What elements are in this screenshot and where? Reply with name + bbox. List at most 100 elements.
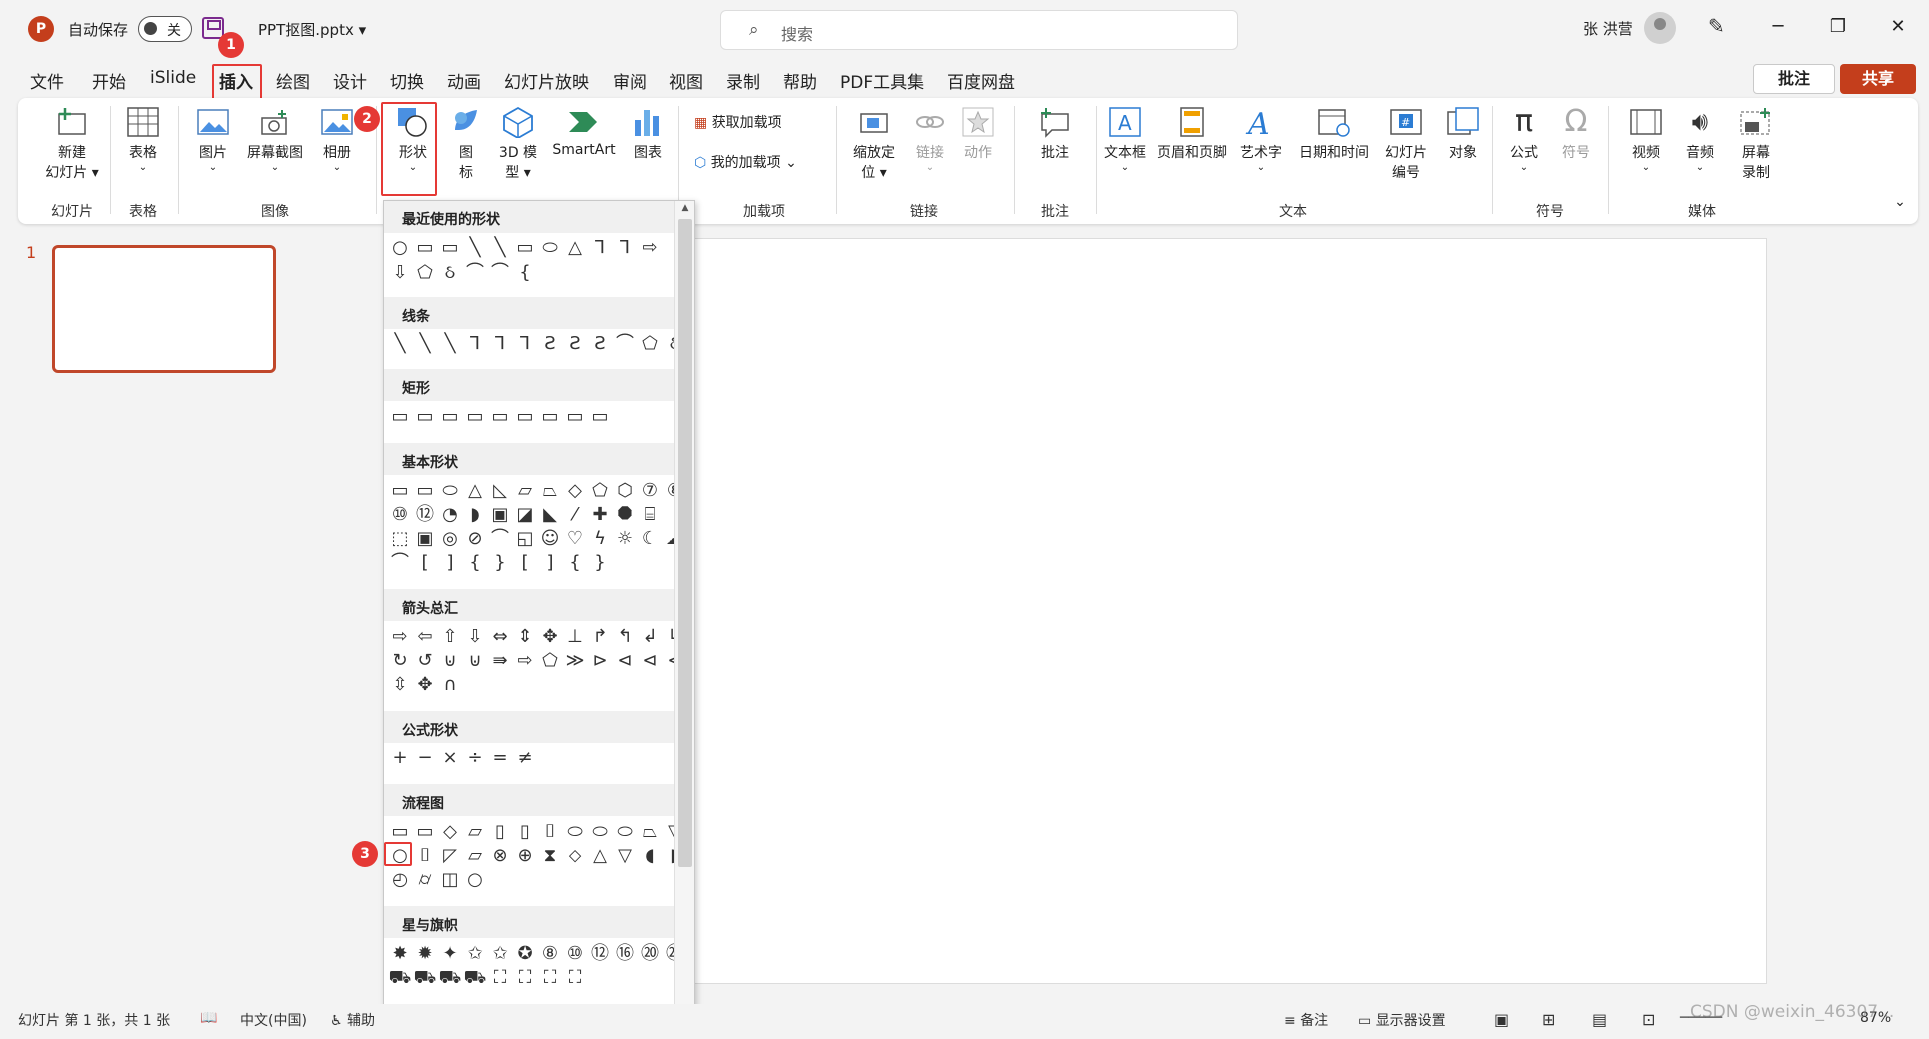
shape-icon[interactable]: ⁄ [563, 504, 587, 528]
shape-icon[interactable]: ╲ [413, 333, 437, 357]
shape-icon[interactable]: △ [588, 845, 612, 869]
shape-row[interactable]: ○ ▭ ▭ ╲ ╲ ▭ ⬭ △ ⅂ ⅂ ⇨ [388, 237, 662, 261]
shape-icon[interactable]: ⛶ [488, 967, 512, 991]
shape-icon[interactable]: ↱ [588, 626, 612, 650]
shape-icon[interactable]: ✦ [438, 943, 462, 967]
shape-icon[interactable]: ⬠ [588, 480, 612, 504]
slide-canvas[interactable] [680, 238, 1767, 984]
slide-sorter-icon[interactable]: ⊞ [1542, 1010, 1555, 1029]
wordart-button[interactable]: A 艺术字 ⌄ [1234, 106, 1288, 173]
shape-icon[interactable]: ◇ [563, 480, 587, 504]
shape-icon[interactable]: ◇ [438, 821, 462, 845]
textbox-button[interactable]: A 文本框 ⌄ [1098, 106, 1152, 173]
accessibility-button[interactable]: ♿︎ 辅助 [330, 1010, 375, 1030]
shape-icon[interactable]: ⌒ [463, 262, 487, 286]
shape-icon[interactable]: × [438, 747, 462, 771]
shape-icon[interactable]: ◱ [513, 528, 537, 552]
video-button[interactable]: 视频 ⌄ [1624, 106, 1668, 173]
shape-icon[interactable]: ⛶ [513, 967, 537, 991]
shape-icon[interactable]: ⇨ [513, 650, 537, 674]
shape-icon[interactable]: = [488, 747, 512, 771]
shape-icon[interactable]: ⬦ [563, 845, 587, 869]
shape-icon[interactable]: ⑫ [413, 504, 437, 528]
picture-button[interactable]: 图片 ⌄ [190, 106, 236, 173]
user-name[interactable]: 张 洪营 [1583, 18, 1633, 39]
shape-icon[interactable]: ⌒ [488, 262, 512, 286]
slide-thumbnail[interactable] [52, 245, 276, 373]
action-button[interactable]: 动作 [956, 106, 1000, 162]
object-button[interactable]: 对象 [1440, 106, 1486, 162]
shape-icon[interactable]: ◎ [438, 528, 462, 552]
shape-row[interactable]: ⇨⇦⇧⇩⇔⇕✥⊥↱↰↲↳ [388, 626, 687, 650]
shape-icon[interactable]: ⊗ [488, 845, 512, 869]
shape-icon[interactable]: ◫ [438, 869, 462, 893]
shape-row[interactable]: ⑩ ⑫ ◔ ◗ ▣ ◪ ◣ ⁄ ✚ ⯃ ⌸ [388, 504, 662, 528]
shape-icon[interactable]: ⬭ [438, 480, 462, 504]
shape-icon[interactable]: ⊍ [438, 650, 462, 674]
shape-icon[interactable]: ⌒ [488, 528, 512, 552]
minimize-button[interactable]: ─ [1758, 12, 1798, 42]
shape-icon[interactable]: + [388, 747, 412, 771]
shape-icon[interactable]: ▭ [488, 406, 512, 430]
shape-icon[interactable]: ⛶ [538, 967, 562, 991]
shape-icon[interactable]: ♡ [563, 528, 587, 552]
shape-icon[interactable]: ⌷ [413, 845, 437, 869]
search-input[interactable]: ⌕ 搜索 [720, 10, 1238, 50]
shape-icon[interactable]: ⇔ [488, 626, 512, 650]
shape-row[interactable]: ▭ ▭ ▭ ▭ ▭ ▭ ▭ ▭ ▭ [388, 406, 612, 430]
avatar[interactable] [1644, 12, 1676, 44]
shape-icon[interactable]: △ [463, 480, 487, 504]
shape-icon[interactable]: ↲ [638, 626, 662, 650]
shape-icon[interactable]: } [488, 552, 512, 576]
shape-icon[interactable]: ▣ [488, 504, 512, 528]
tab-home[interactable]: 开始 [92, 68, 126, 93]
shape-icon[interactable]: ⧗ [538, 845, 562, 869]
restore-button[interactable]: ❐ [1818, 12, 1858, 42]
shape-row[interactable]: ⛟ ⛟ ⛟ ⛟ ⛶ ⛶ ⛶ ⛶ [388, 967, 587, 991]
shape-icon[interactable]: ⯃ [613, 504, 637, 528]
shape-icon[interactable]: ▱ [513, 480, 537, 504]
shape-icon[interactable]: ╲ [438, 333, 462, 357]
shape-icon[interactable]: ▭ [413, 406, 437, 430]
audio-button[interactable]: 🔊︎ 音频 ⌄ [1678, 106, 1722, 173]
shape-icon[interactable]: ⑩ [563, 943, 587, 967]
shape-icon[interactable]: − [413, 747, 437, 771]
tab-review[interactable]: 审阅 [613, 68, 647, 93]
slideshow-view-icon[interactable]: ⊡ [1642, 1010, 1655, 1029]
language-indicator[interactable]: 中文(中国) [240, 1010, 307, 1030]
shape-icon[interactable]: ⇕ [513, 626, 537, 650]
shape-icon[interactable]: ⛟ [438, 967, 462, 991]
shape-icon[interactable]: ⑦ [638, 480, 662, 504]
zoom-button[interactable]: 缩放定 位 ▾ [844, 106, 904, 182]
shape-icon[interactable]: ⊥ [563, 626, 587, 650]
tab-file[interactable]: 文件 [30, 68, 64, 93]
shape-icon[interactable]: ⬭ [588, 821, 612, 845]
shape-icon[interactable]: ⏢ [538, 480, 562, 504]
shape-icon[interactable]: ⇳ [388, 674, 412, 698]
shape-icon[interactable]: ⑳ [638, 943, 662, 967]
shape-icon[interactable]: ⅂ [588, 237, 612, 261]
shape-icon[interactable]: ⇩ [388, 262, 412, 286]
tab-design[interactable]: 设计 [333, 68, 367, 93]
shape-icon[interactable]: ○ [388, 237, 412, 261]
shape-icon[interactable]: ⬡ [613, 480, 637, 504]
shape-icon[interactable]: ↰ [613, 626, 637, 650]
shape-icon[interactable]: ⊕ [513, 845, 537, 869]
ribbon-collapse-button[interactable]: ⌄ [1890, 194, 1910, 210]
tab-draw[interactable]: 绘图 [276, 68, 310, 93]
smartart-button[interactable]: SmartArt [546, 106, 622, 158]
shape-icon[interactable]: ◣ [538, 504, 562, 528]
shape-icon[interactable]: ⛶ [563, 967, 587, 991]
shape-icon[interactable]: ⬠ [413, 262, 437, 286]
shape-icon[interactable]: ✩ [488, 943, 512, 967]
shape-icon[interactable]: ○ [463, 869, 487, 893]
shape-icon[interactable]: ◪ [513, 504, 537, 528]
shape-icon[interactable]: ▭ [413, 821, 437, 845]
shape-icon[interactable]: ✹ [413, 943, 437, 967]
shape-icon[interactable]: ⬚ [388, 528, 412, 552]
shape-row[interactable]: ◴ ⌭ ◫ ○ [388, 869, 487, 893]
shape-icon[interactable]: ▭ [388, 480, 412, 504]
shape-icon[interactable]: ⬠ [538, 650, 562, 674]
gallery-scrollbar[interactable]: ▲ ▼ [674, 201, 694, 1027]
shape-icon[interactable]: ▱ [463, 845, 487, 869]
